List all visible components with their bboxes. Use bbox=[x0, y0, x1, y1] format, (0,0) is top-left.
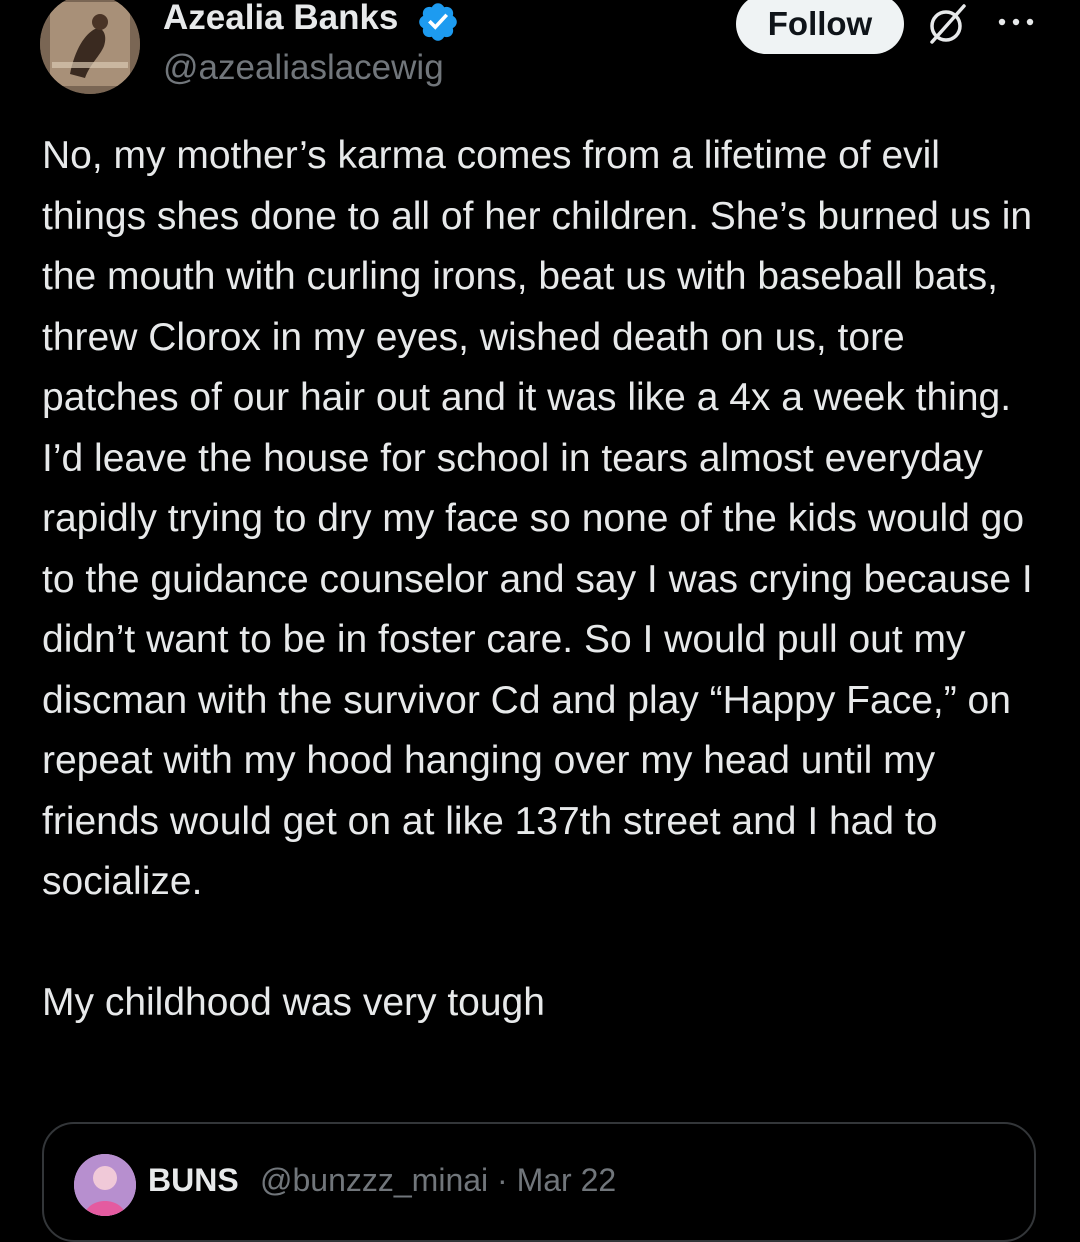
tweet-paragraph: My childhood was very tough bbox=[42, 981, 545, 1024]
follow-button[interactable]: Follow bbox=[736, 0, 904, 54]
quoted-author-handle: @bunzzz_minai · Mar 22 bbox=[260, 1162, 617, 1198]
author-handle[interactable]: @azealiaslacewig bbox=[163, 44, 444, 92]
tweet-paragraph: No, my mother’s karma comes from a lifet… bbox=[42, 134, 1033, 903]
grok-icon[interactable] bbox=[924, 0, 972, 48]
quoted-author-avatar bbox=[74, 1154, 136, 1216]
quoted-author-name: BUNS bbox=[148, 1162, 239, 1198]
quoted-tweet-card[interactable]: BUNS @bunzzz_minai · Mar 22 bbox=[42, 1122, 1036, 1242]
author-avatar[interactable] bbox=[40, 0, 140, 94]
verified-badge-icon bbox=[419, 3, 457, 41]
tweet-text: No, my mother’s karma comes from a lifet… bbox=[42, 126, 1052, 1034]
author-display-name[interactable]: Azealia Banks bbox=[163, 0, 398, 42]
more-options-icon[interactable] bbox=[996, 12, 1036, 32]
